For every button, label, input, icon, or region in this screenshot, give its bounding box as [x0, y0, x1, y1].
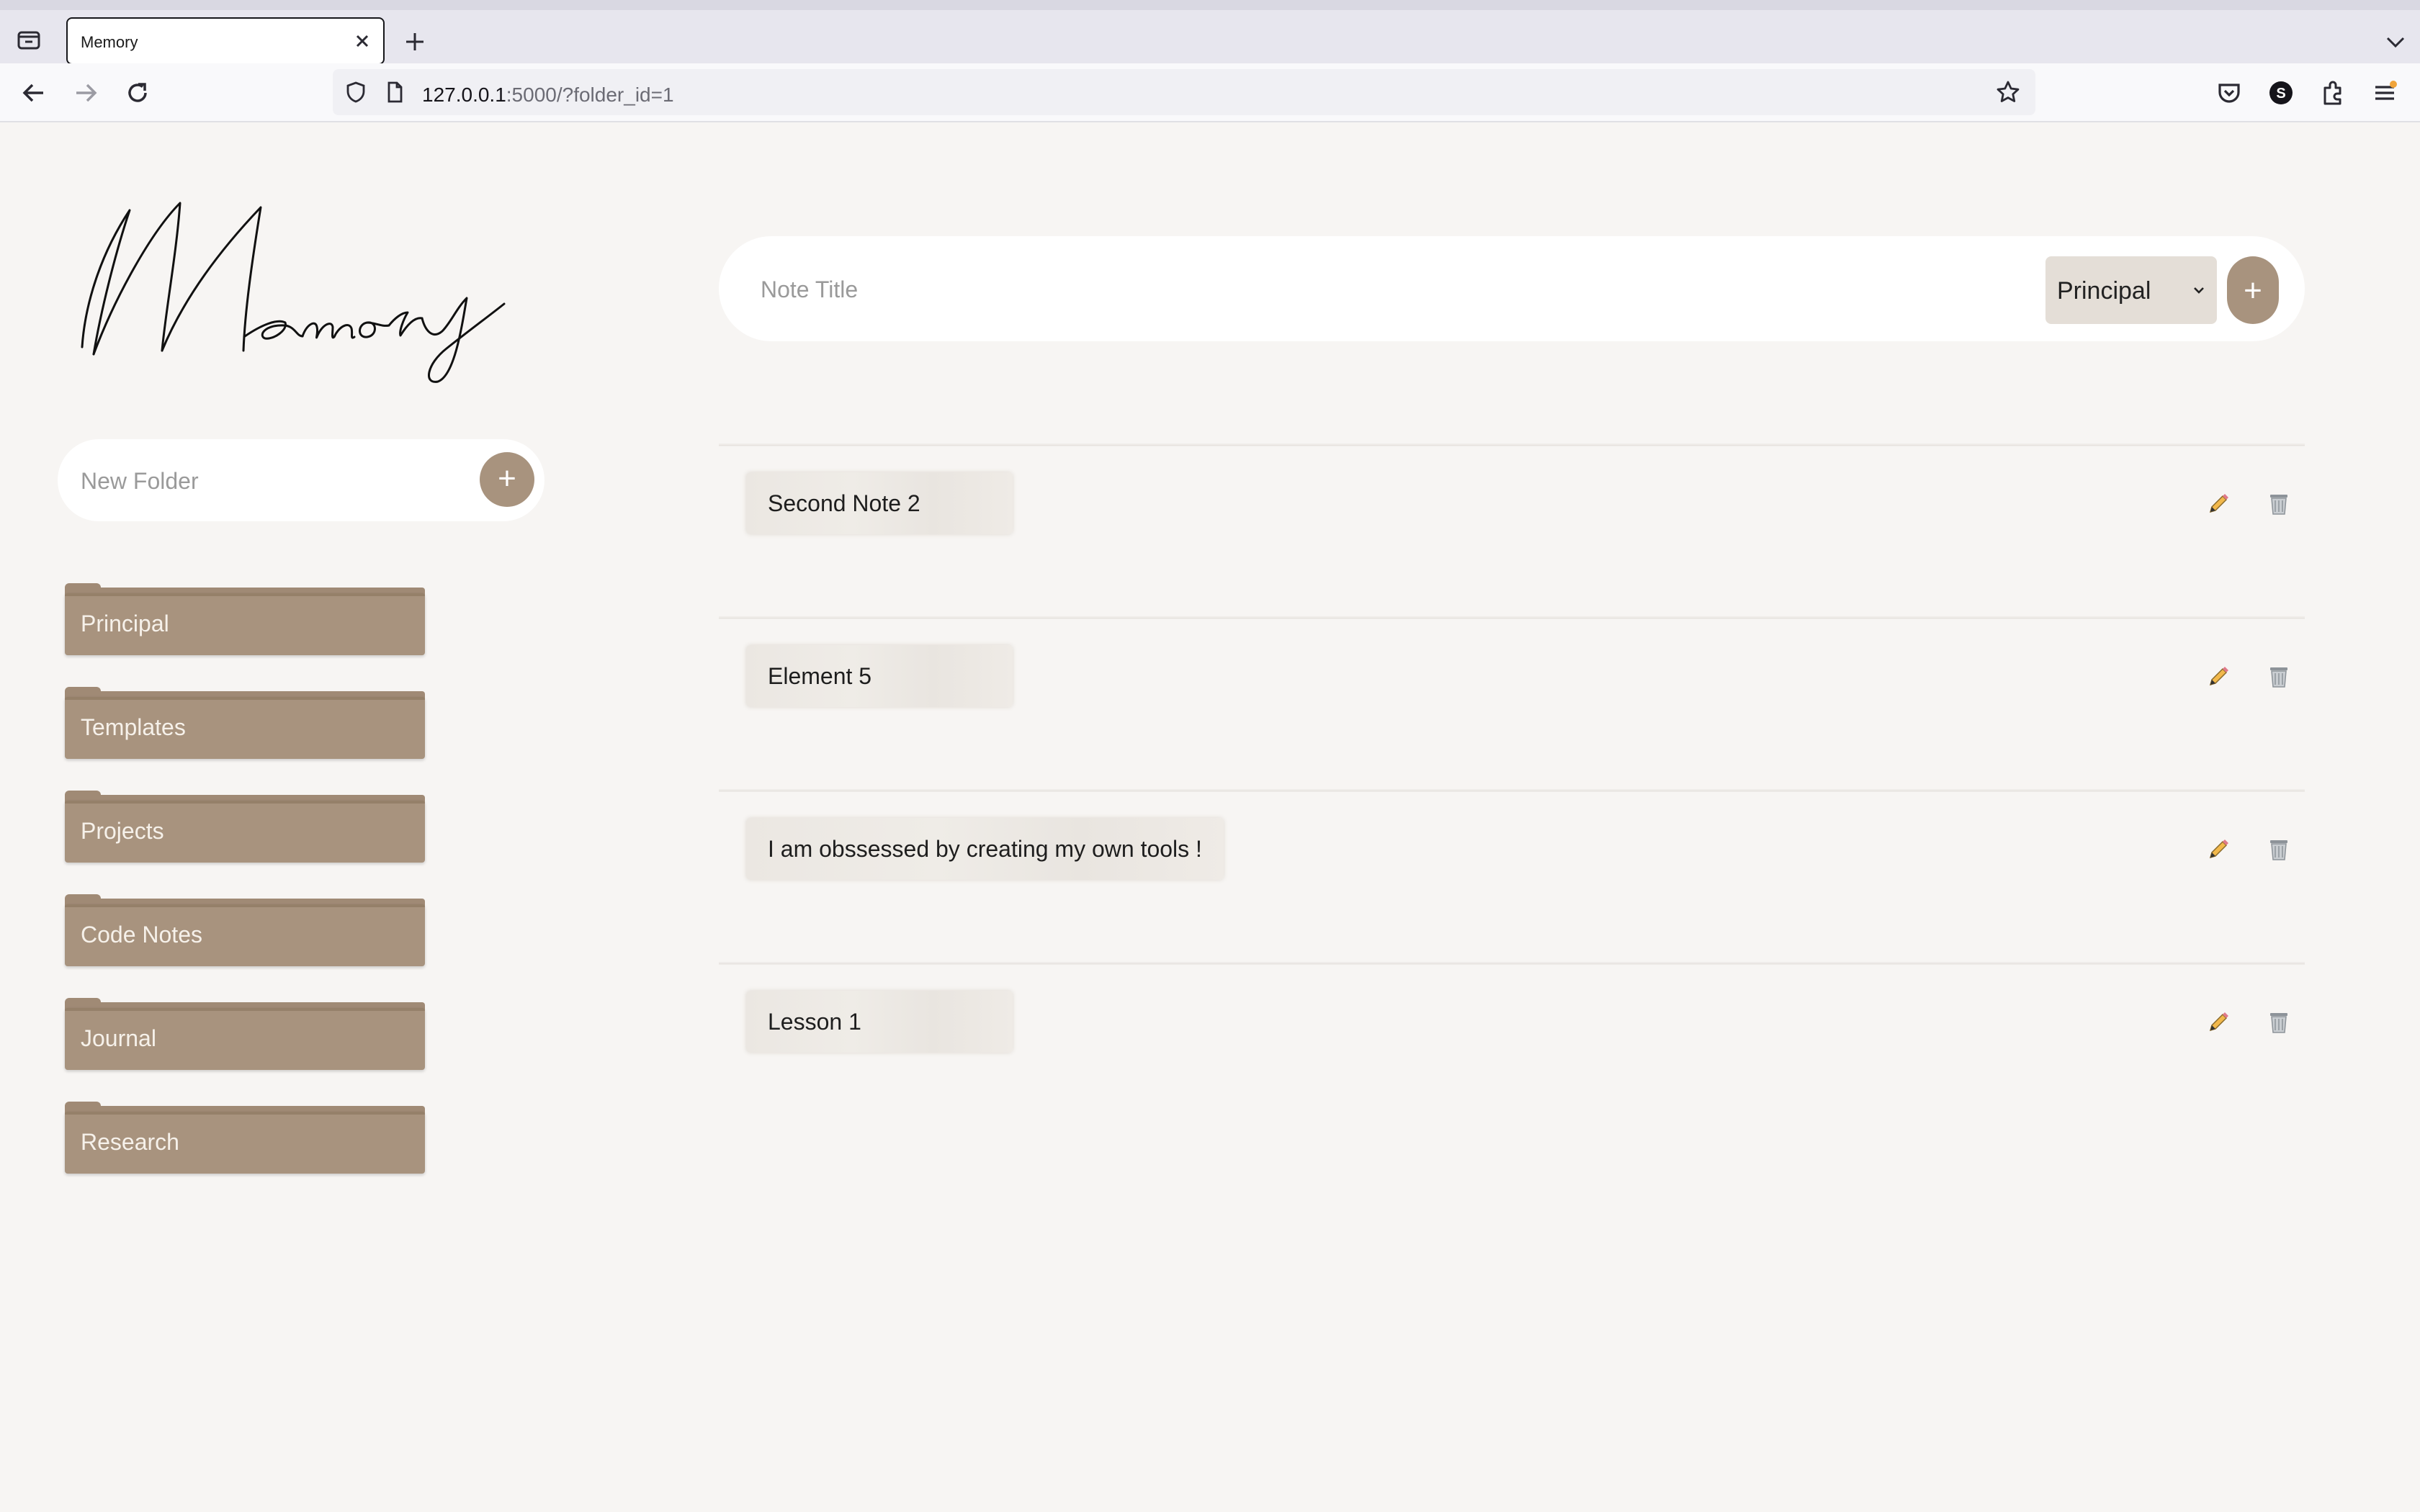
note-title: Second Note 2 [768, 490, 920, 516]
note-title: Element 5 [768, 663, 872, 689]
note-label[interactable]: Element 5 [746, 645, 1013, 707]
note-title-input[interactable] [759, 271, 1986, 308]
browser-tab-bar: Memory [0, 0, 2420, 65]
bookmark-star-icon[interactable] [1995, 79, 2021, 105]
note-row: Element 5 [719, 616, 2305, 789]
extensions-icon[interactable] [2318, 78, 2348, 108]
folder-select-value: Principal [2057, 277, 2151, 305]
note-label[interactable]: I am obssessed by creating my own tools … [746, 818, 1224, 880]
browser-nav-bar: 127.0.0.1:5000/?folder_id=1 S [0, 63, 2420, 122]
folder-label: Templates [81, 714, 186, 740]
folder-journal[interactable]: Journal [65, 998, 425, 1070]
folder-templates[interactable]: Templates [65, 687, 425, 759]
note-row: Lesson 1 [719, 962, 2305, 1135]
folder-projects[interactable]: Projects [65, 791, 425, 863]
url-text[interactable]: 127.0.0.1:5000/?folder_id=1 [422, 84, 674, 107]
folder-principal[interactable]: Principal [65, 583, 425, 655]
trash-icon[interactable] [2264, 490, 2293, 518]
folder-code-notes[interactable]: Code Notes [65, 894, 425, 966]
forward-arrow-icon[interactable] [71, 78, 101, 108]
trash-icon[interactable] [2264, 1008, 2293, 1037]
add-folder-button[interactable]: + [480, 452, 534, 507]
tab-list-icon[interactable] [14, 26, 43, 55]
chevron-down-icon [2191, 282, 2207, 298]
url-path: :5000/?folder_id=1 [506, 84, 674, 106]
folder-label: Journal [81, 1025, 156, 1051]
note-row: Second Note 2 [719, 444, 2305, 616]
folder-label: Code Notes [81, 922, 202, 948]
pencil-icon[interactable] [2204, 835, 2233, 864]
note-label[interactable]: Second Note 2 [746, 472, 1013, 534]
new-folder-input[interactable] [79, 462, 485, 500]
page-icon [382, 79, 408, 105]
close-tab-icon[interactable] [351, 30, 373, 52]
trash-icon[interactable] [2264, 662, 2293, 691]
account-avatar-icon[interactable]: S [2266, 78, 2296, 108]
menu-icon[interactable] [2370, 78, 2400, 108]
add-note-button[interactable]: + [2227, 256, 2279, 324]
tab-title: Memory [81, 33, 138, 51]
url-host: 127.0.0.1 [422, 84, 506, 106]
pocket-icon[interactable] [2214, 78, 2244, 108]
browser-tab-active[interactable]: Memory [66, 17, 385, 65]
folder-label: Principal [81, 611, 169, 636]
folder-label: Projects [81, 818, 164, 844]
memory-logo [72, 189, 540, 390]
note-label[interactable]: Lesson 1 [746, 991, 1013, 1053]
chevron-down-icon[interactable] [2381, 27, 2410, 56]
folder-select[interactable]: Principal [2045, 256, 2217, 324]
pencil-icon[interactable] [2204, 662, 2233, 691]
new-tab-icon[interactable] [400, 27, 429, 56]
note-title: Lesson 1 [768, 1009, 861, 1035]
trash-icon[interactable] [2264, 835, 2293, 864]
shield-icon[interactable] [343, 79, 369, 105]
new-note-form: Principal + [719, 236, 2305, 341]
address-bar[interactable]: 127.0.0.1:5000/?folder_id=1 [333, 69, 2035, 115]
svg-text:S: S [2276, 86, 2285, 102]
reload-icon[interactable] [122, 78, 153, 108]
new-folder-form: + [58, 439, 544, 521]
pencil-icon[interactable] [2204, 490, 2233, 518]
pencil-icon[interactable] [2204, 1008, 2233, 1037]
note-row: I am obssessed by creating my own tools … [719, 789, 2305, 962]
note-title: I am obssessed by creating my own tools … [768, 836, 1202, 862]
back-arrow-icon[interactable] [19, 78, 49, 108]
folder-label: Research [81, 1129, 179, 1155]
folder-research[interactable]: Research [65, 1102, 425, 1174]
